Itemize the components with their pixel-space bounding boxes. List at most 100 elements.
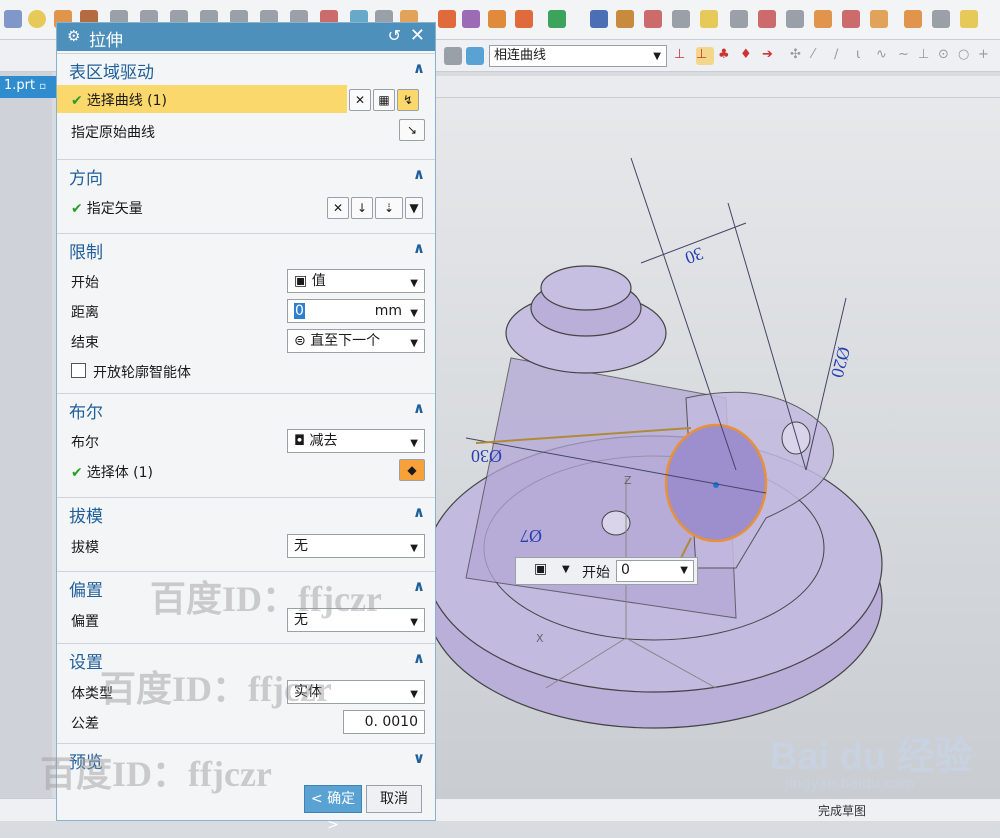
offset-select[interactable]: 无 ▼ xyxy=(287,608,425,632)
origin-curve-button[interactable]: ↘ xyxy=(399,119,425,141)
snap-control-icon[interactable]: ι xyxy=(856,47,874,65)
ok-button[interactable]: < 确定 > xyxy=(304,785,362,833)
section-settings-header[interactable]: 设置 ∧ xyxy=(57,643,435,673)
trim-icon[interactable] xyxy=(438,10,456,28)
snap-perp-icon[interactable]: ⊥ xyxy=(918,47,936,65)
blend-icon[interactable] xyxy=(786,10,804,28)
shell-icon[interactable] xyxy=(700,10,718,28)
start-select[interactable]: ▣ 值 ▼ xyxy=(287,269,425,293)
unite-icon[interactable] xyxy=(515,10,533,28)
cancel-button[interactable]: 取消 xyxy=(366,785,422,813)
dim-text-30[interactable]: 30 xyxy=(682,243,706,268)
tab-close-icon[interactable]: ▫ xyxy=(39,81,46,92)
reverse-direction-button[interactable]: ✕ xyxy=(327,197,349,219)
csys-icon[interactable] xyxy=(672,10,690,28)
snap-tangent-icon[interactable]: ∿ xyxy=(876,47,894,65)
file-tab[interactable]: 1.prt ▫ xyxy=(0,76,56,98)
collapse-icon[interactable]: ∧ xyxy=(413,503,425,521)
patch-icon[interactable] xyxy=(870,10,888,28)
distance-unit[interactable]: mm xyxy=(375,302,402,320)
collapse-icon[interactable]: ∧ xyxy=(413,399,425,417)
body-select-button[interactable]: ◆ xyxy=(399,459,425,481)
check-icon: ✔ xyxy=(71,201,83,217)
origin-curve-row[interactable]: 指定原始曲线 ↘ xyxy=(57,117,435,145)
point-icon[interactable] xyxy=(548,10,566,28)
snap-mid-icon[interactable]: ∕ xyxy=(834,47,852,65)
vector-dialog-button[interactable]: ⇣ xyxy=(375,197,403,219)
section-draft-title: 拔模 xyxy=(69,507,103,527)
section-draft-header[interactable]: 拔模 ∧ xyxy=(57,497,435,527)
cone-icon[interactable] xyxy=(4,10,22,28)
close-icon[interactable]: ✕ xyxy=(410,25,425,46)
select-body-row[interactable]: ✔ 选择体 (1) ◆ xyxy=(57,457,435,485)
draft-icon[interactable] xyxy=(730,10,748,28)
sphere-icon[interactable] xyxy=(28,10,46,28)
offset-label: 偏置 xyxy=(71,614,99,630)
sketch-section-button[interactable]: ▦ xyxy=(373,89,395,111)
filter-icon[interactable] xyxy=(444,47,462,65)
float-start-input[interactable]: 0 ▼ xyxy=(616,560,694,582)
distance-input[interactable]: 0 mm ▼ xyxy=(287,299,425,323)
dialog-title-bar[interactable]: ⚙ 拉伸 ↺ ✕ xyxy=(57,23,435,51)
snap-wave-icon[interactable]: ~ xyxy=(898,47,916,65)
vector-dropdown[interactable]: ▼ xyxy=(405,197,423,219)
boolean-select[interactable]: ◘ 减去 ▼ xyxy=(287,429,425,453)
feature-curve-icon[interactable]: ♦ xyxy=(740,47,758,65)
collapse-icon[interactable]: ∧ xyxy=(413,239,425,257)
select-curve-row[interactable]: ✔ 选择曲线 (1) xyxy=(57,85,347,113)
section-boolean-header[interactable]: 布尔 ∧ xyxy=(57,393,435,423)
axis-icon[interactable] xyxy=(644,10,662,28)
vector-pick-button[interactable]: ↓ xyxy=(351,197,373,219)
solid-filter-icon[interactable] xyxy=(466,47,484,65)
intersection-icon[interactable]: ⊥ xyxy=(674,47,692,65)
plane-icon[interactable] xyxy=(590,10,608,28)
section-preview-header[interactable]: 预览 ∨ xyxy=(57,743,435,773)
graphics-viewport[interactable]: 30 Ø20 Ø30 Ø7 Z X xyxy=(436,98,1000,798)
sew-icon[interactable] xyxy=(842,10,860,28)
dim-text-d7[interactable]: Ø7 xyxy=(520,526,542,546)
end-select[interactable]: ⊜ 直至下一个 ▼ xyxy=(287,329,425,353)
start-mode-icon[interactable]: ▣ xyxy=(534,561,547,577)
curve-rule-select[interactable]: 相连曲线 ▼ xyxy=(489,45,667,67)
draft-select[interactable]: 无 ▼ xyxy=(287,534,425,558)
collapse-icon[interactable]: ∧ xyxy=(413,649,425,667)
collapse-icon[interactable]: ∧ xyxy=(413,577,425,595)
chevron-down-icon[interactable]: ▼ xyxy=(562,564,570,575)
sheet-icon[interactable] xyxy=(904,10,922,28)
sweep-icon[interactable] xyxy=(960,10,978,28)
collapse-icon[interactable]: ∧ xyxy=(413,165,425,183)
section-limits-header[interactable]: 限制 ∧ xyxy=(57,233,435,263)
reset-icon[interactable]: ↺ xyxy=(388,26,401,45)
body-type-select[interactable]: 实体 ▼ xyxy=(287,680,425,704)
dim-text-d30[interactable]: Ø30 xyxy=(471,446,502,466)
curve-rule-button[interactable]: ✕ xyxy=(349,89,371,111)
stop-at-intersection-icon[interactable]: ⊥ xyxy=(696,47,714,65)
model-drawing[interactable]: 30 Ø20 Ø30 Ø7 Z X xyxy=(436,98,1000,798)
rail-icon[interactable] xyxy=(932,10,950,28)
snap-quadrant-icon[interactable]: ○ xyxy=(958,47,976,65)
collapse-icon[interactable]: ∧ xyxy=(413,59,425,77)
snap-end-icon[interactable]: ⁄ xyxy=(812,47,830,65)
datum-icon[interactable] xyxy=(616,10,634,28)
open-profile-checkbox[interactable] xyxy=(71,363,86,378)
offset-face-icon[interactable] xyxy=(814,10,832,28)
follow-fillet-icon[interactable]: ♣ xyxy=(718,47,736,65)
next-icon[interactable]: ➔ xyxy=(762,47,780,65)
gear-icon[interactable]: ⚙ xyxy=(67,27,80,45)
open-profile-row[interactable]: 开放轮廓智能体 xyxy=(57,357,435,385)
section-surface-header[interactable]: 表区域驱动 ∧ xyxy=(57,53,435,83)
expand-icon[interactable]: ∨ xyxy=(413,749,425,767)
mirror-icon[interactable] xyxy=(488,10,506,28)
vector-row[interactable]: ✔ 指定矢量 ✕ ↓ ⇣ ▼ xyxy=(57,193,435,221)
snap-existing-icon[interactable]: + xyxy=(978,47,996,65)
chamfer-icon[interactable] xyxy=(758,10,776,28)
dim-text-d20[interactable]: Ø20 xyxy=(827,345,854,380)
tolerance-input[interactable]: 0. 0010 xyxy=(343,710,425,734)
snap-any-icon[interactable]: ✣ xyxy=(790,47,808,65)
pattern-icon[interactable] xyxy=(462,10,480,28)
finish-sketch-label[interactable]: 完成草图 xyxy=(818,802,866,819)
section-direction-header[interactable]: 方向 ∧ xyxy=(57,159,435,189)
curve-select-button[interactable]: ↯ xyxy=(397,89,419,111)
section-offset-header[interactable]: 偏置 ∧ xyxy=(57,571,435,601)
snap-center-icon[interactable]: ⊙ xyxy=(938,47,956,65)
